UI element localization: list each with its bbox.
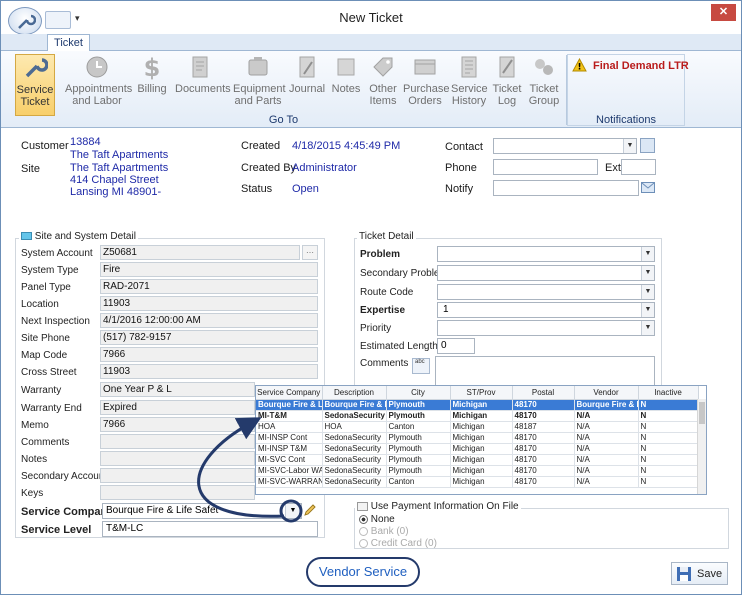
save-button[interactable]: Save (671, 562, 728, 585)
floppy-disk-icon (677, 567, 691, 581)
annotation-arrow (197, 417, 303, 523)
new-ticket-window: ▾ New Ticket ✕ Ticket Service Ticket App… (0, 0, 742, 595)
vendor-service-callout: Vendor Service (306, 557, 420, 587)
save-label: Save (697, 568, 723, 580)
